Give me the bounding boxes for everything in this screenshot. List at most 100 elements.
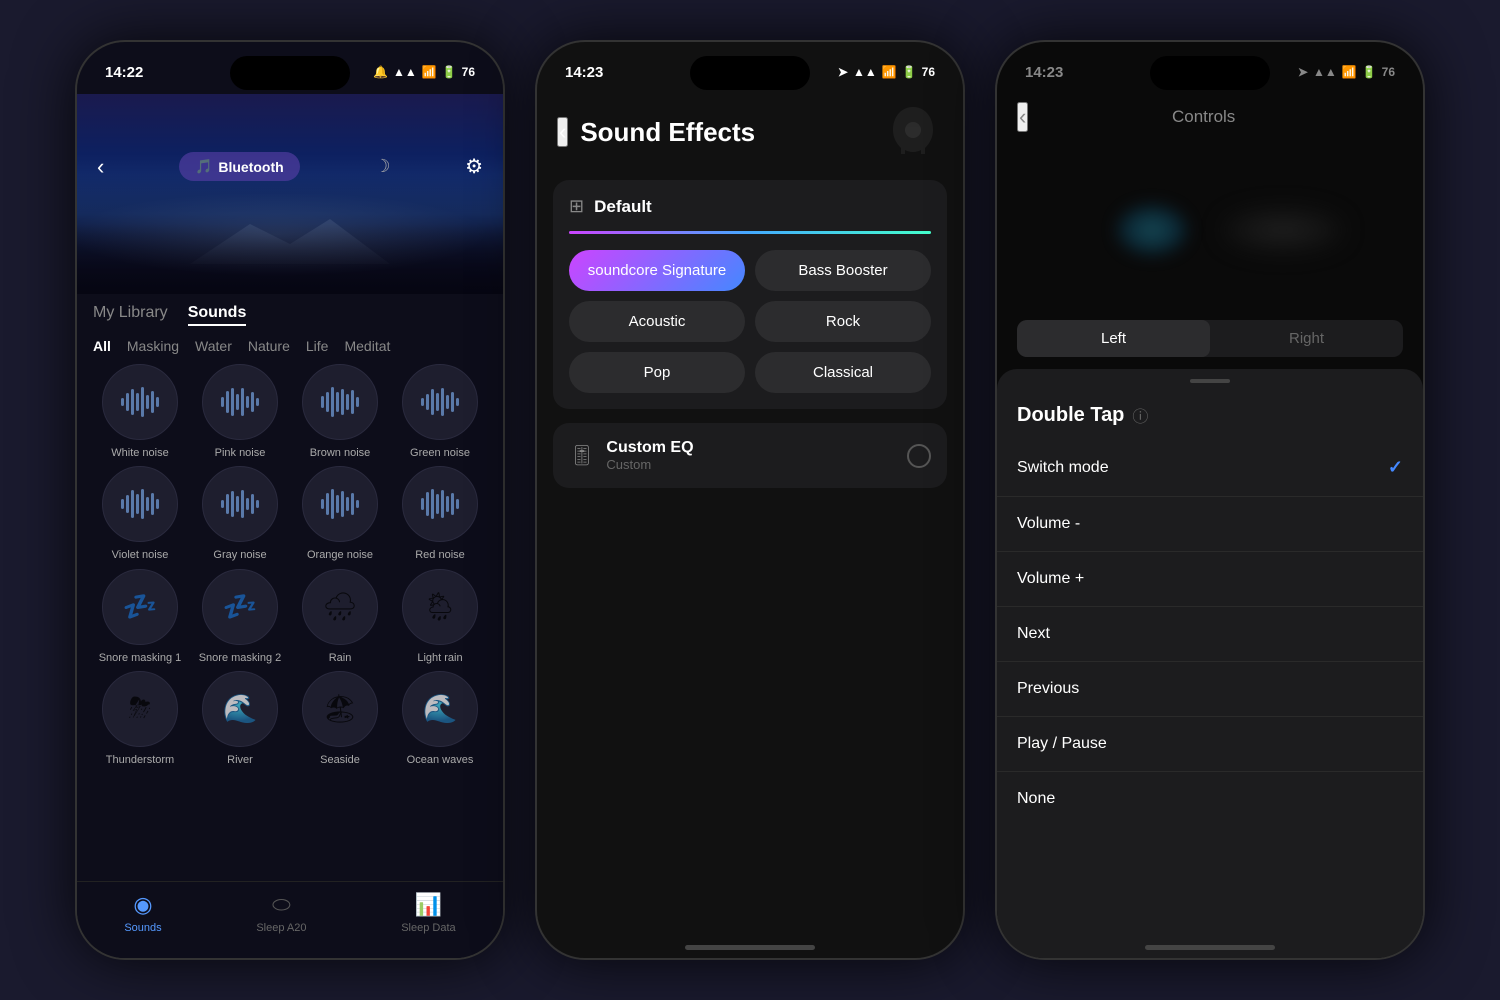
ocean-waves-label: Ocean waves xyxy=(407,753,474,767)
battery-1: 76 xyxy=(462,65,475,79)
my-library-tab[interactable]: My Library xyxy=(93,304,168,326)
preset-bass-booster[interactable]: Bass Booster xyxy=(755,250,931,291)
sound-brown-noise[interactable]: Brown noise xyxy=(293,364,387,460)
previous-label: Previous xyxy=(1017,680,1079,698)
waveform-orange xyxy=(321,489,359,519)
location-icon: ➤ xyxy=(838,65,848,79)
option-none[interactable]: None xyxy=(997,772,1423,826)
sound-rain[interactable]: 🌧 Rain xyxy=(293,569,387,665)
white-noise-label: White noise xyxy=(111,446,168,460)
sound-river[interactable]: 🌊 River xyxy=(193,671,287,767)
none-label: None xyxy=(1017,790,1055,808)
sound-red-noise[interactable]: Red noise xyxy=(393,466,487,562)
gear-icon-1[interactable]: ⚙ xyxy=(465,154,483,179)
preset-pop[interactable]: Pop xyxy=(569,352,745,393)
time-1: 14:22 xyxy=(105,64,143,81)
filter-all[interactable]: All xyxy=(93,338,111,354)
filter-life[interactable]: Life xyxy=(306,338,329,354)
preset-classical[interactable]: Classical xyxy=(755,352,931,393)
white-noise-icon-wrap xyxy=(102,364,178,440)
waveform-white xyxy=(121,387,159,417)
red-noise-icon-wrap xyxy=(402,466,478,542)
nav-sleep-data[interactable]: 📊 Sleep Data xyxy=(401,892,455,934)
back-button-3[interactable]: ‹ xyxy=(1017,102,1028,132)
snore1-icon-wrap: 💤 xyxy=(102,569,178,645)
thunderstorm-icon: ⛈ xyxy=(129,692,151,725)
eq-presets-grid: soundcore Signature Bass Booster Acousti… xyxy=(569,250,931,393)
tab-left[interactable]: Left xyxy=(1017,320,1210,357)
hero-trees xyxy=(77,174,503,294)
eq-card-header: ⊞ Default xyxy=(569,196,931,217)
filter-meditat[interactable]: Meditat xyxy=(344,338,390,354)
status-icons-1: 🔔 ▲▲ 📶 🔋 76 xyxy=(373,65,475,79)
filter-nature[interactable]: Nature xyxy=(248,338,290,354)
filter-tabs: All Masking Water Nature Life Meditat xyxy=(93,334,487,364)
custom-eq-radio[interactable] xyxy=(907,444,931,468)
light-rain-icon-wrap: 🌦 xyxy=(402,569,478,645)
option-volume-minus[interactable]: Volume - xyxy=(997,497,1423,552)
sound-white-noise[interactable]: White noise xyxy=(93,364,187,460)
sound-snore-2[interactable]: 💤 Snore masking 2 xyxy=(193,569,287,665)
sound-pink-noise[interactable]: Pink noise xyxy=(193,364,287,460)
phone2-home-bar xyxy=(537,928,963,958)
sound-thunderstorm[interactable]: ⛈ Thunderstorm xyxy=(93,671,187,767)
red-noise-label: Red noise xyxy=(415,548,465,562)
sound-snore-1[interactable]: 💤 Snore masking 1 xyxy=(93,569,187,665)
phone2-header: ‹ Sound Effects xyxy=(537,94,963,170)
filter-masking[interactable]: Masking xyxy=(127,338,179,354)
sound-seaside[interactable]: 🏖 Seaside xyxy=(293,671,387,767)
option-volume-plus[interactable]: Volume + xyxy=(997,552,1423,607)
light-rain-icon: 🌦 xyxy=(422,590,458,623)
violet-noise-label: Violet noise xyxy=(112,548,169,562)
preset-soundcore-signature[interactable]: soundcore Signature xyxy=(569,250,745,291)
phone3-header: ‹ Controls xyxy=(997,94,1423,140)
sound-gray-noise[interactable]: Gray noise xyxy=(193,466,287,562)
sound-light-rain[interactable]: 🌦 Light rain xyxy=(393,569,487,665)
nav-sleep-a20[interactable]: ⬭ Sleep A20 xyxy=(256,892,306,934)
sound-ocean-waves[interactable]: 🌊 Ocean waves xyxy=(393,671,487,767)
option-previous[interactable]: Previous xyxy=(997,662,1423,717)
library-tabs: My Library Sounds xyxy=(93,294,487,334)
rain-icon-wrap: 🌧 xyxy=(302,569,378,645)
lr-tabs: Left Right xyxy=(1017,320,1403,357)
brown-noise-label: Brown noise xyxy=(310,446,371,460)
back-button-1[interactable]: ‹ xyxy=(97,154,104,180)
sound-orange-noise[interactable]: Orange noise xyxy=(293,466,387,562)
light-rain-label: Light rain xyxy=(417,651,462,665)
custom-eq-card[interactable]: 🎚 Custom EQ Custom xyxy=(553,423,947,488)
back-button-2[interactable]: ‹ xyxy=(557,117,568,147)
option-next[interactable]: Next xyxy=(997,607,1423,662)
wifi-icon: 📶 xyxy=(422,65,437,79)
river-label: River xyxy=(227,753,253,767)
sleep-a20-label: Sleep A20 xyxy=(256,922,306,934)
preset-acoustic[interactable]: Acoustic xyxy=(569,301,745,342)
bluetooth-button[interactable]: 🎵 Bluetooth xyxy=(179,152,300,181)
waveform-gray xyxy=(221,490,259,518)
sound-violet-noise[interactable]: Violet noise xyxy=(93,466,187,562)
sounds-tab[interactable]: Sounds xyxy=(188,304,247,326)
preset-rock[interactable]: Rock xyxy=(755,301,931,342)
nav-sounds[interactable]: ◉ Sounds xyxy=(124,892,161,934)
sleep-a20-icon: ⬭ xyxy=(272,892,291,918)
option-play-pause[interactable]: Play / Pause xyxy=(997,717,1423,772)
double-tap-header: Double Tap ⓘ xyxy=(997,391,1423,439)
filter-water[interactable]: Water xyxy=(195,338,232,354)
brown-noise-icon-wrap xyxy=(302,364,378,440)
snore1-label: Snore masking 1 xyxy=(99,651,182,665)
sound-green-noise[interactable]: Green noise xyxy=(393,364,487,460)
option-switch-mode[interactable]: Switch mode ✓ xyxy=(997,439,1423,497)
play-pause-label: Play / Pause xyxy=(1017,735,1107,753)
eq-card: ⊞ Default soundcore Signature Bass Boost… xyxy=(553,180,947,409)
tab-right[interactable]: Right xyxy=(1210,320,1403,357)
phone3-home-bar xyxy=(997,928,1423,958)
custom-eq-subtitle: Custom xyxy=(606,457,895,472)
pink-noise-icon-wrap xyxy=(202,364,278,440)
ocean-waves-icon-wrap: 🌊 xyxy=(402,671,478,747)
phone-1: 14:22 🔔 ▲▲ 📶 🔋 76 ‹ 🎵 Bluetooth xyxy=(75,40,505,960)
wifi-icon-2: 📶 xyxy=(882,65,897,79)
moon-icon: ☽ xyxy=(374,156,390,177)
sounds-grid: White noise Pink noise xyxy=(93,364,487,775)
waveform-violet xyxy=(121,489,159,519)
status-icons-2: ➤ ▲▲ 📶 🔋 76 xyxy=(838,65,935,79)
violet-noise-icon-wrap xyxy=(102,466,178,542)
